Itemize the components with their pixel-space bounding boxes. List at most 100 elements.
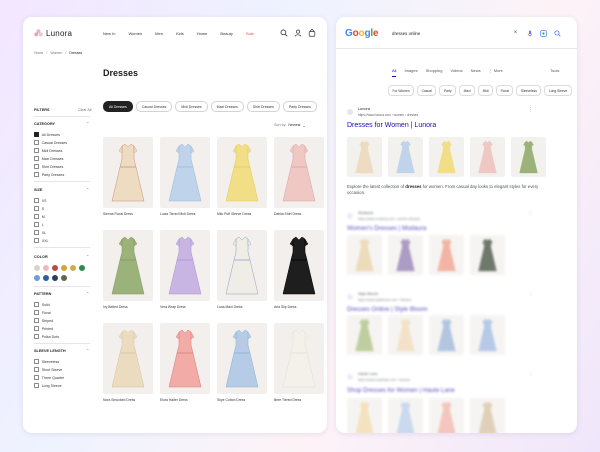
filter-option[interactable]: Solid (34, 302, 50, 308)
brand-name[interactable]: Lunora (46, 29, 72, 38)
nav-sale[interactable]: Sale (246, 31, 254, 36)
product-image[interactable] (217, 323, 267, 394)
product-card[interactable]: Skye Cotton Dress (217, 323, 267, 409)
nav-women[interactable]: Women (128, 31, 142, 36)
result-thumbnail[interactable] (347, 398, 382, 433)
chip-shirt-dresses[interactable]: Shirt Dresses (246, 101, 280, 112)
chevron-up-icon[interactable]: ⌃ (86, 187, 89, 192)
product-name[interactable]: Lucia Tiered Midi Dress (160, 212, 195, 216)
filter-option[interactable]: Printed (34, 326, 53, 332)
chevron-up-icon[interactable]: ⌃ (86, 254, 89, 259)
product-name[interactable]: Sienna Floral Dress (103, 212, 133, 216)
chip-maxi-dresses[interactable]: Maxi Dresses (210, 101, 244, 112)
filter-option[interactable]: Short Sleeve (34, 367, 62, 373)
color-swatch[interactable] (70, 265, 76, 271)
refine-chip[interactable]: Long Sleeve (544, 85, 572, 96)
product-image[interactable] (160, 323, 210, 394)
chevron-up-icon[interactable]: ⌃ (86, 121, 89, 126)
product-card[interactable]: Nora Smocked Dress (103, 323, 153, 409)
result-thumbnail[interactable] (470, 315, 505, 355)
filter-option[interactable]: XL (34, 230, 46, 236)
product-name[interactable]: Elora Halter Dress (160, 398, 188, 402)
refine-chip[interactable]: Sleeveless (516, 85, 542, 96)
camera-lens-icon[interactable] (540, 30, 547, 37)
product-card[interactable]: Lucia Tiered Midi Dress (160, 137, 210, 223)
result-thumbnail[interactable] (429, 137, 464, 177)
product-name[interactable]: Ivy Belted Dress (103, 305, 128, 309)
result-thumbnail[interactable] (470, 235, 505, 275)
breadcrumb-women[interactable]: Women (50, 51, 62, 55)
checkbox[interactable] (34, 318, 40, 324)
result-thumbnail[interactable] (347, 235, 382, 275)
color-swatch[interactable] (43, 265, 49, 271)
product-card[interactable]: Elora Halter Dress (160, 323, 210, 409)
product-image[interactable] (103, 137, 153, 208)
chip-midi-dresses[interactable]: Midi Dresses (175, 101, 208, 112)
result-site-name[interactable]: Lunora (358, 107, 370, 111)
result-thumbnail[interactable] (429, 315, 464, 355)
product-name[interactable]: Skye Cotton Dress (217, 398, 245, 402)
nav-new-in[interactable]: New In (103, 31, 115, 36)
product-name[interactable]: Milo Puff Sleeve Dress (217, 212, 251, 216)
filter-option[interactable]: Sleeveless (34, 359, 59, 365)
result-thumbnail[interactable] (388, 235, 423, 275)
checkbox[interactable] (34, 230, 40, 236)
result-site-name[interactable]: Haute Lane (358, 372, 378, 376)
checkbox[interactable] (34, 302, 40, 308)
product-card[interactable]: Aria Slip Dress (274, 230, 324, 316)
breadcrumb-home[interactable]: Home (34, 51, 43, 55)
result-url[interactable]: https://www.stylebloom.com › dresses (358, 298, 411, 302)
checkbox[interactable] (34, 164, 40, 170)
color-swatch[interactable] (34, 265, 40, 271)
filter-option[interactable]: Striped (34, 318, 53, 324)
result-site-name[interactable]: Style Bloom (358, 292, 378, 296)
checkbox[interactable] (34, 198, 40, 204)
result-thumbnail[interactable] (429, 235, 464, 275)
chip-all-dresses[interactable]: All Dresses (103, 101, 133, 112)
product-image[interactable] (274, 323, 324, 394)
result-thumbnail[interactable] (388, 315, 423, 355)
product-name[interactable]: Dahlia Shirt Dress (274, 212, 301, 216)
refine-chip[interactable]: Casual (417, 85, 437, 96)
product-card[interactable]: Luna Maxi Dress (217, 230, 267, 316)
account-icon[interactable] (294, 29, 302, 37)
filter-option[interactable]: Long Sleeve (34, 383, 62, 389)
nav-beauty[interactable]: Beauty (220, 31, 232, 36)
product-card[interactable]: Bree Tiered Dress (274, 323, 324, 409)
product-card[interactable]: Sienna Floral Dress (103, 137, 153, 223)
result-thumbnail[interactable] (429, 398, 464, 433)
checkbox[interactable] (34, 326, 40, 332)
filter-option[interactable]: XXL (34, 238, 48, 244)
filter-option[interactable]: Three Quarter (34, 375, 64, 381)
product-card[interactable]: Milo Puff Sleeve Dress (217, 137, 267, 223)
checkbox[interactable] (34, 140, 40, 146)
pattern-heading[interactable]: PATTERN (34, 292, 51, 296)
checkbox[interactable] (34, 383, 40, 389)
search-input[interactable]: dresses online (392, 31, 420, 36)
result-site-name[interactable]: Modaura (358, 211, 373, 215)
result-thumbnail[interactable] (388, 137, 423, 177)
nav-home[interactable]: Home (197, 31, 208, 36)
sort-dropdown[interactable]: Sort by: Newest ⌄ (274, 123, 306, 128)
product-name[interactable]: Luna Maxi Dress (217, 305, 242, 309)
checkbox[interactable] (34, 238, 40, 244)
refine-chip[interactable]: Maxi (459, 85, 476, 96)
color-swatch[interactable] (34, 275, 40, 281)
product-image[interactable] (103, 323, 153, 394)
color-swatch[interactable] (52, 275, 58, 281)
product-image[interactable] (274, 137, 324, 208)
result-thumbnail[interactable] (470, 398, 505, 433)
filter-option[interactable]: S (34, 206, 44, 212)
product-image[interactable] (217, 137, 267, 208)
search-icon[interactable] (280, 29, 288, 37)
filter-option[interactable]: Casual Dresses (34, 140, 67, 146)
nav-men[interactable]: Men (155, 31, 163, 36)
tools-button[interactable]: Tools (550, 68, 559, 73)
checkbox[interactable] (34, 206, 40, 212)
tab-all[interactable]: All (392, 68, 397, 77)
result-thumbnail[interactable] (347, 315, 382, 355)
checkbox[interactable] (34, 148, 40, 154)
filter-option[interactable]: Maxi Dresses (34, 156, 63, 162)
checkbox[interactable] (34, 222, 40, 228)
color-swatch[interactable] (52, 265, 58, 271)
